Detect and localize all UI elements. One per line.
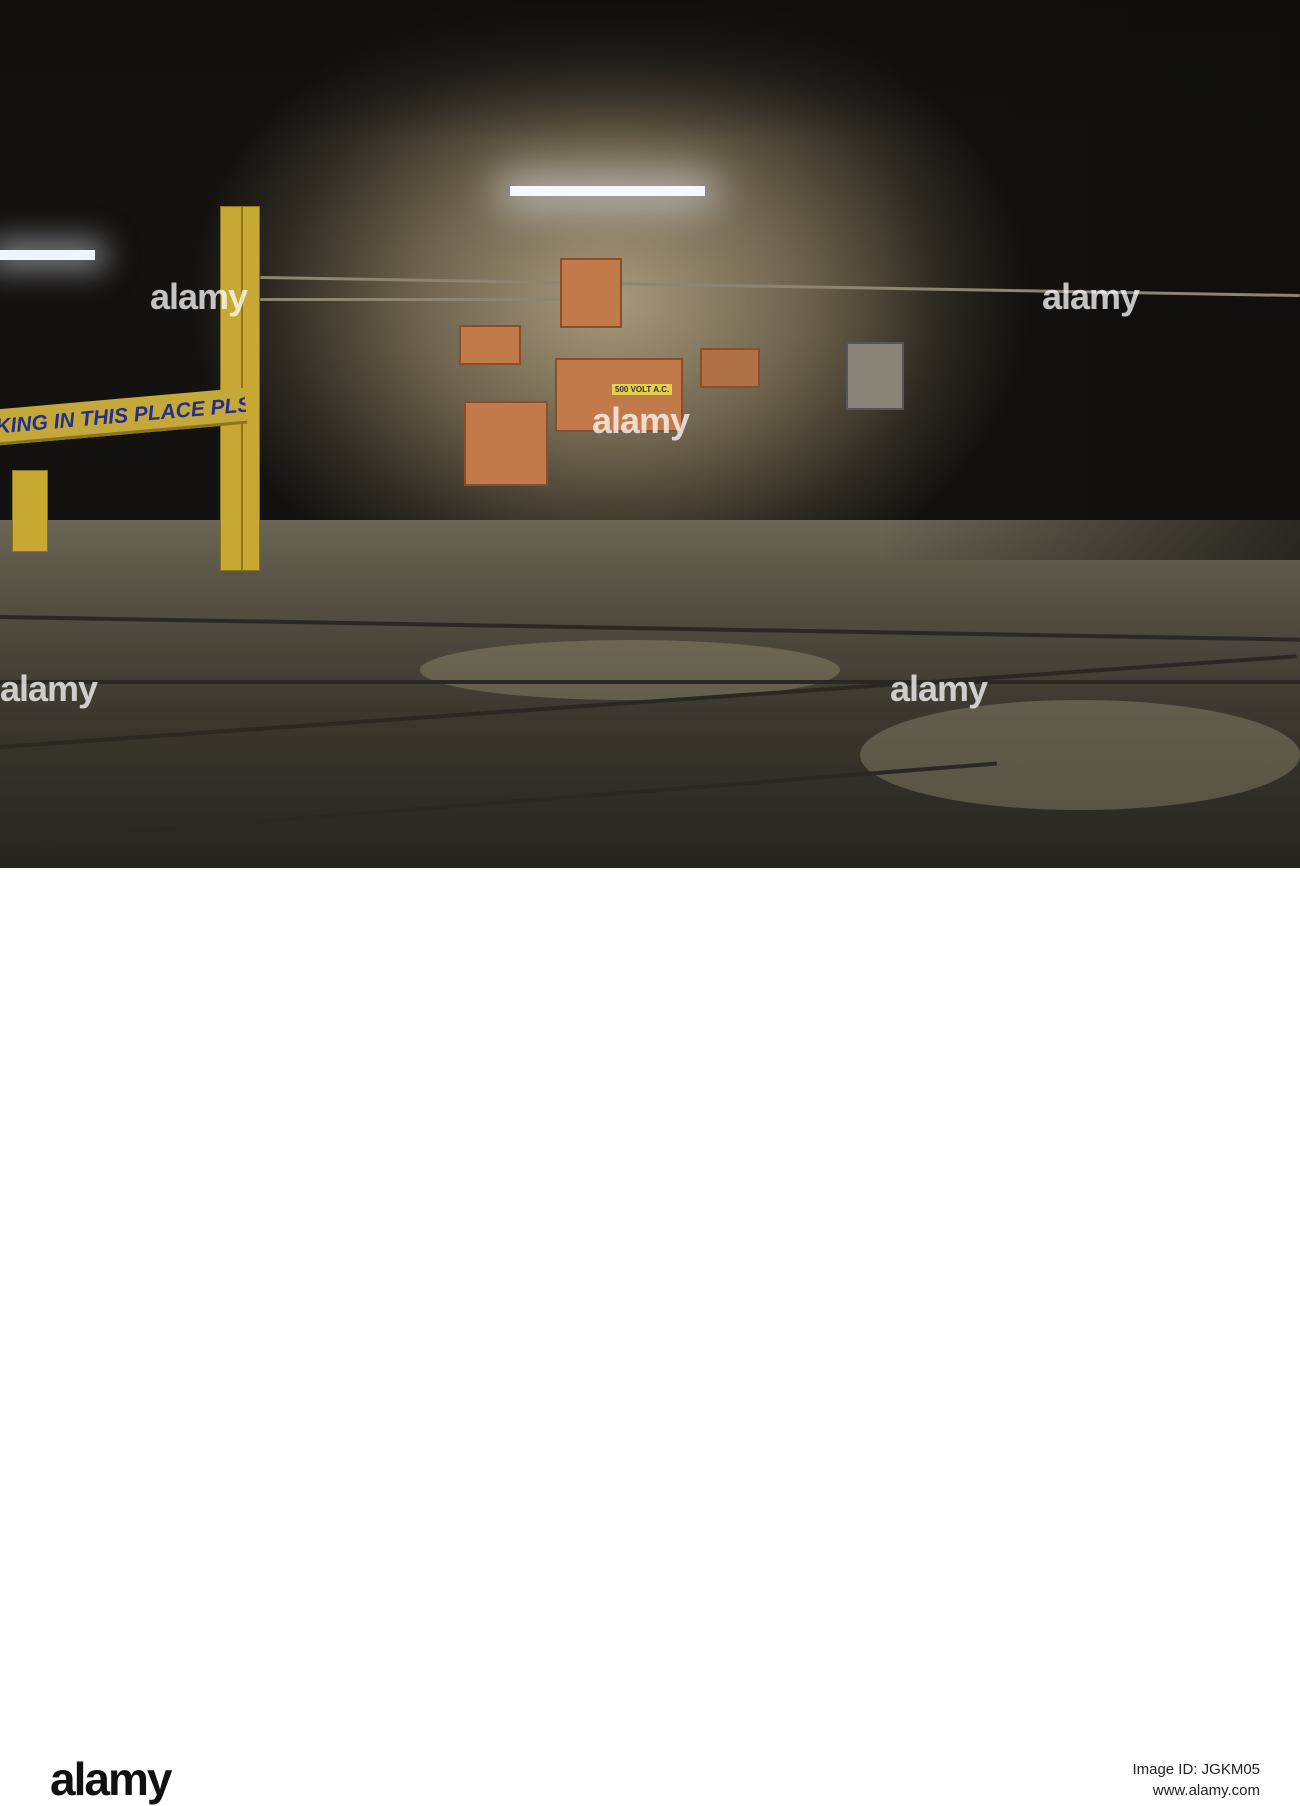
switch-box [560, 258, 622, 328]
watermark: alamy [592, 400, 690, 441]
yellow-post [242, 206, 260, 571]
site-url: www.alamy.com [1152, 1782, 1260, 1799]
electrical-box [700, 348, 760, 388]
watermark: alamy [890, 668, 988, 709]
yellow-post [12, 470, 48, 552]
watermark: alamy [1042, 276, 1140, 317]
footer-bar: alamy Image ID: JGKM05 www.alamy.com [0, 868, 1300, 1805]
electrical-box [464, 401, 548, 486]
alamy-logo: alamy [50, 1753, 172, 1805]
cable [260, 298, 560, 301]
watermark: alamy [150, 276, 248, 317]
electrical-box [459, 325, 521, 365]
fluorescent-lamp [510, 186, 705, 196]
grey-box [846, 342, 904, 410]
panel-label: 500 VOLT A.C. [612, 384, 673, 395]
warning-sign: KING IN THIS PLACE PLS!! [0, 387, 248, 446]
rail [0, 680, 1300, 684]
image-id: Image ID: JGKM05 [1132, 1761, 1260, 1778]
fluorescent-lamp [0, 250, 95, 260]
watermark: alamy [0, 668, 98, 709]
mine-tunnel-photo: 500 VOLT A.C. KING IN THIS PLACE PLS!! a… [0, 0, 1300, 868]
puddle [860, 700, 1300, 810]
